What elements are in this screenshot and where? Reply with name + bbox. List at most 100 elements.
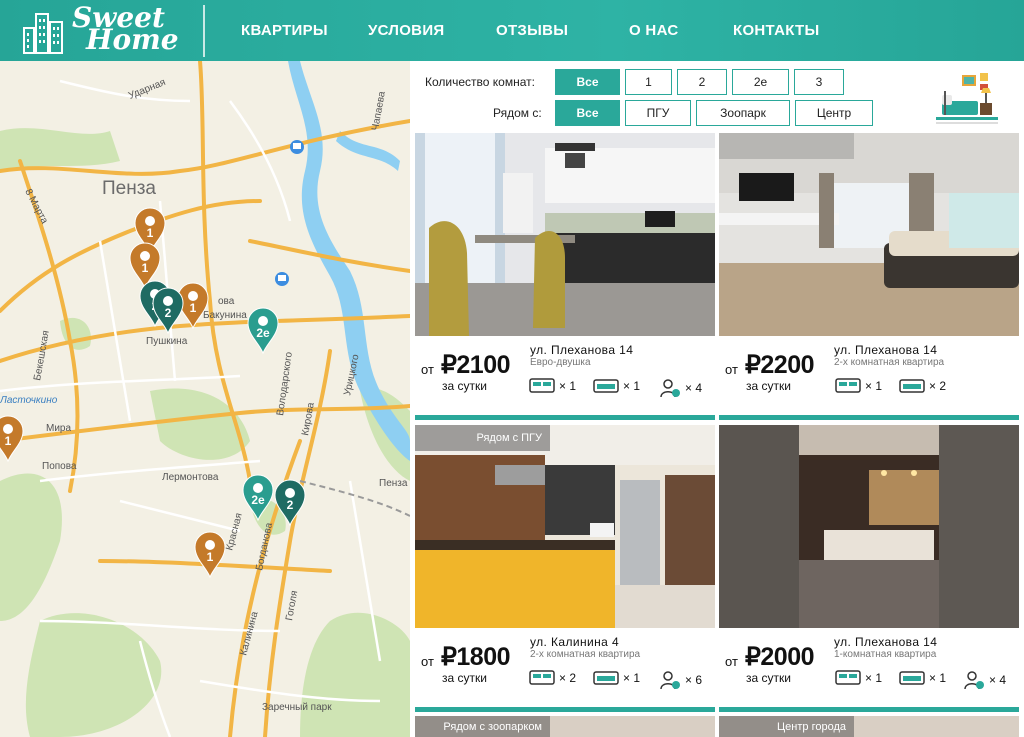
map-marker-pin[interactable]: 1 <box>194 531 226 579</box>
map-marker-pin[interactable]: 2е <box>247 307 279 355</box>
marker-label: 1 <box>142 261 149 275</box>
price-unit: за сутки <box>442 379 487 393</box>
map-canvas[interactable]: Пенза Ударная 8 Марта Бекешская Пушкина … <box>0 61 410 737</box>
listing-photo[interactable] <box>719 133 1019 336</box>
street-label: Володарского <box>275 351 295 417</box>
price: ₽2000 <box>745 643 815 671</box>
street-label: Пушкина <box>146 336 188 347</box>
guest-icon <box>964 671 984 690</box>
street-label: Калинина <box>238 610 260 657</box>
street-label: ова <box>218 296 235 307</box>
district-label: Ласточкино <box>0 395 58 406</box>
listing-card[interactable]: Центр города <box>719 716 1019 737</box>
sofas-count: × 2 <box>899 378 946 394</box>
location-tag: Центр города <box>719 716 854 737</box>
near-filter-center[interactable]: Центр <box>795 100 873 126</box>
filters-panel: Количество комнат: Все 1 2 2е 3 Рядом с:… <box>410 61 1024 133</box>
guests-count: × 6 <box>659 670 702 690</box>
price-unit: за сутки <box>746 671 791 685</box>
street-label: Бекешская <box>32 330 52 382</box>
nav-contacts[interactable]: КОНТАКТЫ <box>733 0 819 61</box>
beds-count: × 1 <box>835 378 882 394</box>
listing-photo[interactable] <box>415 133 715 336</box>
listing-address: ул. Плеханова 14 <box>530 343 634 357</box>
listing-photo[interactable] <box>719 425 1019 628</box>
marker-dot <box>188 291 198 301</box>
marker-dot <box>205 540 215 550</box>
kitchen-photo-image <box>415 425 715 628</box>
price-prefix: от <box>725 362 738 377</box>
price-unit: за сутки <box>746 379 791 393</box>
street-label: Богданова <box>254 521 275 571</box>
nav-terms[interactable]: УСЛОВИЯ <box>368 0 444 61</box>
listing-card[interactable]: от ₽2000 за сутки ул. Плеханова 14 1-ком… <box>719 425 1019 712</box>
sofa-icon <box>593 671 619 685</box>
listing-type: 1-комнатная квартира <box>834 649 937 660</box>
guest-icon <box>660 379 680 398</box>
price-unit: за сутки <box>442 671 487 685</box>
price: ₽1800 <box>441 643 511 671</box>
listing-photo[interactable]: Рядом с ПГУ <box>415 425 715 628</box>
kitchen-photo-image <box>415 133 715 336</box>
marker-label: 2е <box>256 326 270 340</box>
beds-count: × 2 <box>529 670 576 686</box>
listing-card[interactable]: от ₽2200 за сутки ул. Плеханова 14 2-х к… <box>719 133 1019 420</box>
near-filter-pgu[interactable]: ПГУ <box>625 100 691 126</box>
location-tag: Рядом с ПГУ <box>415 425 550 451</box>
bed-icon <box>529 670 555 685</box>
marker-dot <box>285 488 295 498</box>
listing-address: ул. Калинина 4 <box>530 635 620 649</box>
rooms-filter-2[interactable]: 2 <box>677 69 727 95</box>
rooms-filter-1[interactable]: 1 <box>625 69 672 95</box>
beds-count: × 1 <box>835 670 882 686</box>
nav-apartments[interactable]: КВАРТИРЫ <box>241 0 328 61</box>
beds-count: × 1 <box>529 378 576 394</box>
marker-dot <box>140 251 150 261</box>
marker-label: 2е <box>251 493 265 507</box>
living-room-photo-image <box>719 133 1019 336</box>
listing-card[interactable]: Рядом с ПГУ от ₽1800 за сутки ул. Калини… <box>415 425 715 712</box>
price: ₽2100 <box>441 351 511 379</box>
guests-count: × 4 <box>963 670 1006 690</box>
listing-address: ул. Плеханова 14 <box>834 635 938 649</box>
price-prefix: от <box>421 362 434 377</box>
listing-type: 2-х комнатная квартира <box>834 357 945 368</box>
marker-dot <box>253 483 263 493</box>
marker-label: 2 <box>165 306 172 320</box>
marker-label: 1 <box>190 301 197 315</box>
guest-icon <box>660 671 680 690</box>
buildings-logo-icon <box>23 13 63 54</box>
street-label: Заречный парк <box>262 702 332 713</box>
rooms-filter-3[interactable]: 3 <box>794 69 844 95</box>
sofa-icon <box>899 671 925 685</box>
near-filter-zoo[interactable]: Зоопарк <box>696 100 790 126</box>
nav-about[interactable]: О НАС <box>629 0 678 61</box>
street-label: Пенза <box>379 478 408 489</box>
street-label: 8 Марта <box>22 187 50 226</box>
sofa-icon <box>899 379 925 393</box>
near-filter-all[interactable]: Все <box>555 100 620 126</box>
rooms-filter-all[interactable]: Все <box>555 69 620 95</box>
listing-card[interactable]: от ₽2100 за сутки ул. Плеханова 14 Евро-… <box>415 133 715 420</box>
marker-shape <box>0 415 24 463</box>
logo[interactable]: Sweet Home <box>22 4 187 57</box>
street-label: Гоголя <box>284 590 300 622</box>
listing-info: от ₽2200 за сутки ул. Плеханова 14 2-х к… <box>719 336 1019 415</box>
listing-info: от ₽1800 за сутки ул. Калинина 4 2-х ком… <box>415 628 715 707</box>
price-prefix: от <box>421 654 434 669</box>
street-label: Красная <box>224 512 245 552</box>
nav-reviews[interactable]: ОТЗЫВЫ <box>496 0 568 61</box>
marker-dot <box>258 316 268 326</box>
marker-label: 1 <box>5 434 12 448</box>
listing-card[interactable]: Рядом с зоопарком <box>415 716 715 737</box>
map[interactable]: Пенза Ударная 8 Марта Бекешская Пушкина … <box>0 61 410 737</box>
listing-type: 2-х комнатная квартира <box>530 649 641 660</box>
rooms-filter-2e[interactable]: 2е <box>732 69 789 95</box>
listing-address: ул. Плеханова 14 <box>834 343 938 357</box>
street-label: Мира <box>46 423 71 434</box>
listing-info: от ₽2000 за сутки ул. Плеханова 14 1-ком… <box>719 628 1019 707</box>
marker-dot <box>145 216 155 226</box>
street-label: Бакунина <box>203 310 247 321</box>
bedroom-photo-image <box>719 425 1019 628</box>
map-marker-pin[interactable]: 1 <box>0 415 24 463</box>
